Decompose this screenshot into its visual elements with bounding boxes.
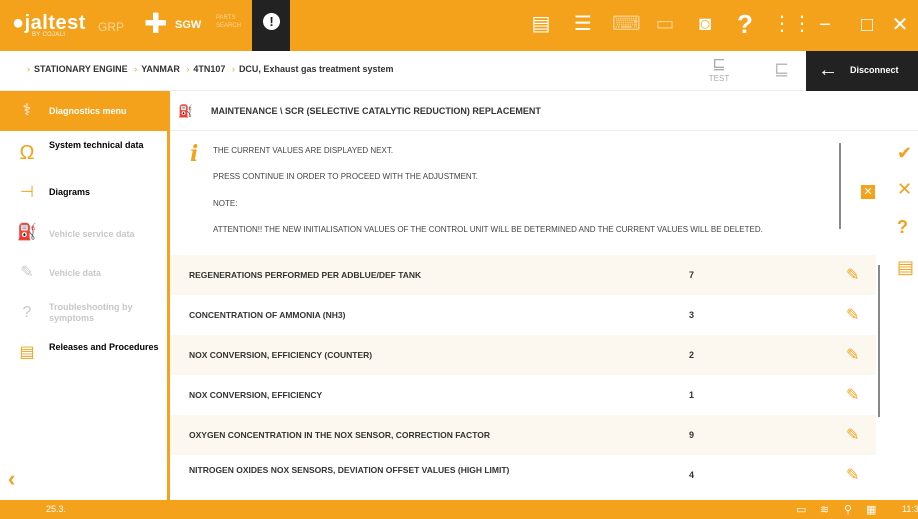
close-icon[interactable]: ✕ <box>897 179 912 200</box>
message-line: NOTE: <box>213 199 238 208</box>
version-label: 25.3. <box>46 504 67 514</box>
breadcrumb: › STATIONARY ENGINE › YANMAR › 4TN107 › DCU,… <box>23 64 394 74</box>
breadcrumb-separator: › <box>186 64 190 74</box>
close-button[interactable]: ✕ <box>882 0 918 51</box>
diagram-icon: ⊣ <box>20 184 34 201</box>
help-icon[interactable]: ? <box>732 11 758 37</box>
camera-icon[interactable]: ◙ <box>692 11 718 37</box>
sidebar-item-troubleshooting[interactable]: ? Troubleshooting by symptoms <box>0 293 167 333</box>
document-icon[interactable]: ▤ <box>897 257 914 278</box>
table-scrollbar[interactable] <box>878 265 880 417</box>
top-toolbar: ●jaltest BY COJALI GRP ✚ SGW PARTS SEARCH … <box>0 0 918 51</box>
sidebar: ⚕ Diagnostics menu Ω System technical da… <box>0 91 170 500</box>
connector-icon[interactable]: ⊑ <box>774 59 789 80</box>
stethoscope-icon: ⚕ <box>22 102 32 119</box>
status-bar: 25.3. ▭ ≋ ⚲ ▦ 11:30 <box>0 500 918 519</box>
oil-can-icon: ⛽ <box>178 104 193 118</box>
sidebar-item-vehicle-data[interactable]: ✎ Vehicle data <box>0 253 167 293</box>
wifi-icon: ≋ <box>820 504 830 516</box>
battery-icon: ▭ <box>796 504 807 516</box>
panel-header: ⛽ MAINTENANCE \ SCR (SELECTIVE CATALYTIC… <box>170 91 918 131</box>
table-row: NOX CONVERSION, EFFICIENCY (COUNTER) 2 ✎ <box>170 335 876 375</box>
message-line: PRESS CONTINUE IN ORDER TO PROCEED WITH … <box>213 172 478 181</box>
minimize-button[interactable]: − <box>804 0 846 51</box>
list-icon[interactable]: ☰ <box>570 11 596 37</box>
edit-icon[interactable]: ✎ <box>846 345 859 365</box>
add-icon[interactable]: ✚ <box>144 10 167 38</box>
sidebar-item-releases-procedures[interactable]: ▤ Releases and Procedures <box>0 333 167 373</box>
table-row: NITROGEN OXIDES NOX SENSORS, DEVIATION O… <box>189 465 860 485</box>
report-icon[interactable]: ▤ <box>528 11 554 37</box>
disconnect-button[interactable]: ← Disconnect <box>806 51 918 91</box>
message-scrollbar[interactable] <box>839 143 841 229</box>
message-line: ATTENTION!! THE NEW INITIALISATION VALUE… <box>213 225 763 234</box>
help-icon[interactable]: ? <box>897 217 908 238</box>
breadcrumb-item[interactable]: DCU, Exhaust gas treatment system <box>239 64 394 74</box>
chevron-left-icon[interactable]: ‹ <box>8 466 15 492</box>
values-table: REGENERATIONS PERFORMED PER ADBLUE/DEF T… <box>170 255 876 500</box>
sidebar-item-diagnostics-menu[interactable]: ⚕ Diagnostics menu <box>0 91 167 131</box>
table-row: CONCENTRATION OF AMMONIA (NH3) 3 ✎ <box>189 305 860 325</box>
page-title: MAINTENANCE \ SCR (SELECTIVE CATALYTIC R… <box>211 106 541 116</box>
edit-icon[interactable]: ✎ <box>846 265 859 285</box>
edit-icon[interactable]: ✎ <box>846 425 859 445</box>
breadcrumb-separator: › <box>134 64 138 74</box>
breadcrumb-bar: › STATIONARY ENGINE › YANMAR › 4TN107 › DCU,… <box>0 51 918 91</box>
cancel-icon[interactable]: ✕ <box>861 185 875 199</box>
print-icon[interactable]: ▭ <box>652 11 678 37</box>
test-connector-icon[interactable]: ⊑ TEST <box>706 56 732 84</box>
jaltest-logo: ●jaltest BY COJALI <box>12 12 86 38</box>
grp-button[interactable]: GRP <box>98 20 124 34</box>
omega-icon: Ω <box>19 142 35 164</box>
breadcrumb-separator: › <box>231 64 235 74</box>
wrench-icon: ✎ <box>20 264 34 281</box>
sgw-button[interactable]: SGW <box>175 19 201 31</box>
arrow-left-icon: ← <box>818 59 838 81</box>
troubleshoot-icon: ? <box>22 304 32 321</box>
table-row: REGENERATIONS PERFORMED PER ADBLUE/DEF T… <box>170 255 876 295</box>
oil-can-icon: ⛽ <box>17 224 37 241</box>
breadcrumb-item[interactable]: YANMAR <box>141 64 180 74</box>
calendar-icon[interactable]: ▦ <box>866 503 876 516</box>
search-icon[interactable]: ⚲ <box>844 503 852 516</box>
edit-icon[interactable]: ✎ <box>846 385 859 405</box>
info-message: i THE CURRENT VALUES ARE DISPLAYED NEXT.… <box>170 131 848 255</box>
breadcrumb-item[interactable]: 4TN107 <box>193 64 225 74</box>
table-row: OXYGEN CONCENTRATION IN THE NOX SENSOR, … <box>170 415 876 455</box>
check-icon[interactable]: ✔ <box>897 143 912 164</box>
breadcrumb-separator: › <box>27 64 30 74</box>
message-line: THE CURRENT VALUES ARE DISPLAYED NEXT. <box>213 146 394 155</box>
breadcrumb-item[interactable]: STATIONARY ENGINE <box>34 64 128 74</box>
action-rail: ✔ ✕ ? ▤ <box>890 91 918 500</box>
info-icon: i <box>190 141 199 167</box>
keyboard-icon[interactable]: ⌨ <box>612 11 641 37</box>
sidebar-item-diagrams[interactable]: ⊣ Diagrams <box>0 173 167 213</box>
edit-icon[interactable]: ✎ <box>846 305 859 325</box>
document-icon: ▤ <box>19 344 35 361</box>
main-panel: ⛽ MAINTENANCE \ SCR (SELECTIVE CATALYTIC… <box>170 91 918 500</box>
apps-grid-icon[interactable]: ⋮⋮ <box>772 11 812 37</box>
parts-search-button[interactable]: PARTS SEARCH <box>216 14 241 30</box>
table-row: NOX CONVERSION, EFFICIENCY 1 ✎ <box>189 385 860 405</box>
alert-icon: ! <box>263 13 280 30</box>
clock: 11:30 <box>902 504 918 514</box>
edit-icon[interactable]: ✎ <box>846 465 859 485</box>
sidebar-item-system-technical-data[interactable]: Ω System technical data <box>0 133 167 173</box>
alert-button[interactable]: ! <box>252 0 290 51</box>
sidebar-item-vehicle-service-data[interactable]: ⛽ Vehicle service data <box>0 213 167 253</box>
